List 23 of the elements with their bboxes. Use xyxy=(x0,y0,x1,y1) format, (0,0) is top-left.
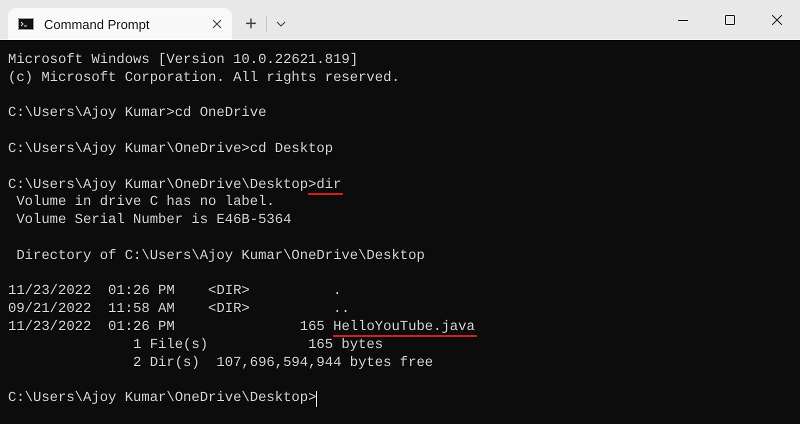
close-icon xyxy=(212,19,222,29)
close-tab-button[interactable] xyxy=(212,19,222,29)
terminal-line: Volume Serial Number is E46B-5364 xyxy=(15,212,292,230)
terminal-icon xyxy=(18,18,34,30)
terminal-line: 09/21/2022 11:58 AM <DIR> .. xyxy=(8,301,350,319)
terminal-line: Directory of C:\Users\Ajoy Kumar\OneDrive\Desktop xyxy=(15,248,425,266)
terminal-line: C:\Users\Ajoy Kumar\OneDrive\Desktop>dir xyxy=(8,176,344,194)
chevron-down-icon xyxy=(276,21,286,27)
terminal-line: C:\Users\Ajoy Kumar\OneDrive\Desktop> xyxy=(8,390,316,408)
terminal-line: 1 File(s) 165 bytes xyxy=(132,336,384,355)
terminal-line: 11/23/2022 01:26 PM 165 HelloYouTube.java xyxy=(8,318,477,337)
tab[interactable]: Command Prompt xyxy=(8,8,232,40)
terminal-line: 2 Dir(s) 107,696,594,944 bytes free xyxy=(132,354,434,372)
new-tab-button[interactable]: + xyxy=(236,10,266,38)
terminal-line: 11/23/2022 01:26 PM <DIR> . xyxy=(8,283,342,302)
terminal-line: Volume in drive C has no label. xyxy=(15,194,275,212)
close-icon xyxy=(772,15,782,25)
terminal-line: Microsoft Windows [Version 10.0.22621.819] xyxy=(8,52,358,70)
terminal-line: C:\Users\Ajoy Kumar>cd OneDrive xyxy=(8,105,266,124)
tab-title: Command Prompt xyxy=(44,16,150,32)
terminal-line: (c) Microsoft Corporation. All rights reserved. xyxy=(8,70,400,88)
maximize-icon xyxy=(724,15,734,25)
terminal-line: C:\Users\Ajoy Kumar\OneDrive>cd Desktop xyxy=(8,140,334,159)
